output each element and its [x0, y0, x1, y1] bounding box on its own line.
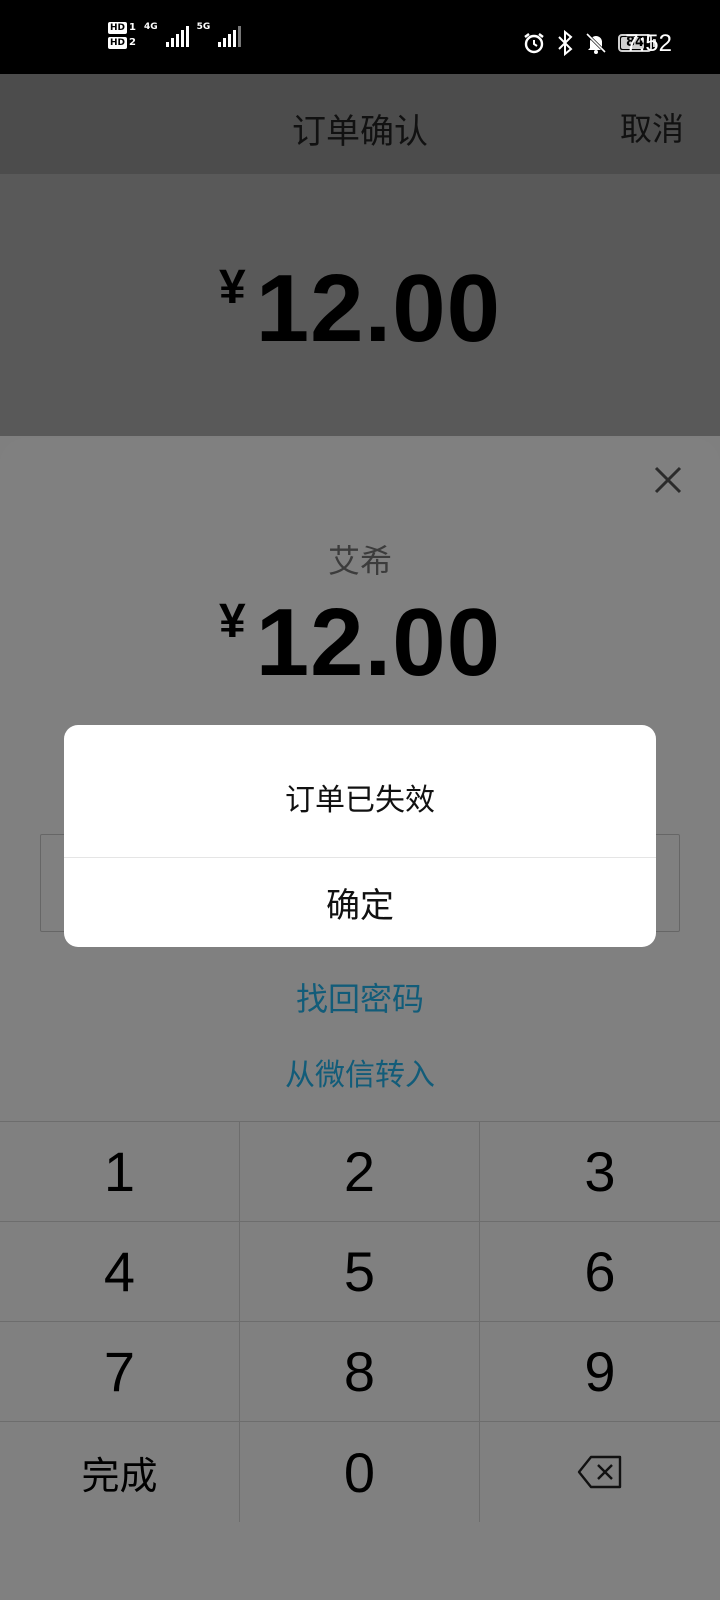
hd-badge: HD [108, 22, 128, 34]
alert-dialog: 订单已失效 确定 [64, 725, 656, 947]
sim1-label: 1 [129, 22, 136, 33]
clock: 7:52 [625, 30, 672, 57]
status-bar: HD 1 HD 2 4G 5G 84 7:52 [0, 0, 720, 74]
amount-value: 12.00 [255, 255, 501, 362]
close-icon[interactable] [648, 460, 688, 500]
key-1[interactable]: 1 [0, 1122, 240, 1222]
alarm-icon [524, 33, 544, 54]
mute-icon [585, 32, 607, 54]
numeric-keypad: 1 2 3 4 5 6 7 8 9 完成 0 [0, 1121, 720, 1522]
network-type-label: 5G [196, 22, 211, 32]
done-key[interactable]: 完成 [0, 1422, 240, 1522]
header-bar: 订单确认 取消 [0, 74, 720, 174]
key-9[interactable]: 9 [480, 1322, 720, 1422]
confirm-button[interactable]: 确定 [64, 858, 656, 947]
key-7[interactable]: 7 [0, 1322, 240, 1422]
payee-name: 艾希 [327, 542, 392, 580]
key-0[interactable]: 0 [240, 1422, 480, 1522]
key-8[interactable]: 8 [240, 1322, 480, 1422]
cancel-button[interactable]: 取消 [620, 104, 684, 150]
signal-group: HD 1 HD 2 4G 5G [108, 22, 242, 49]
backspace-icon [577, 1455, 622, 1489]
key-6[interactable]: 6 [480, 1222, 720, 1322]
order-summary: ¥12.00 [0, 174, 720, 436]
signal-strength-icon [165, 25, 189, 47]
dialog-message: 订单已失效 [285, 783, 435, 818]
key-4[interactable]: 4 [0, 1222, 240, 1322]
order-amount: ¥12.00 [0, 254, 720, 364]
transfer-from-wechat-link[interactable]: 从微信转入 [0, 1050, 720, 1094]
key-3[interactable]: 3 [480, 1122, 720, 1222]
key-2[interactable]: 2 [240, 1122, 480, 1222]
network-type-label: 4G [143, 22, 158, 32]
amount-value: 12.00 [255, 589, 501, 696]
forgot-password-link[interactable]: 找回密码 [0, 974, 720, 1020]
backspace-key[interactable] [480, 1422, 720, 1522]
bluetooth-icon [558, 30, 573, 56]
payment-amount: ¥12.00 [0, 588, 720, 698]
signal-strength-icon [218, 25, 242, 47]
sim2-label: 2 [129, 37, 136, 48]
page-title: 订单确认 [292, 112, 428, 152]
currency-symbol: ¥ [219, 595, 246, 648]
key-5[interactable]: 5 [240, 1222, 480, 1322]
hd-badge: HD [108, 37, 128, 49]
currency-symbol: ¥ [219, 261, 246, 314]
